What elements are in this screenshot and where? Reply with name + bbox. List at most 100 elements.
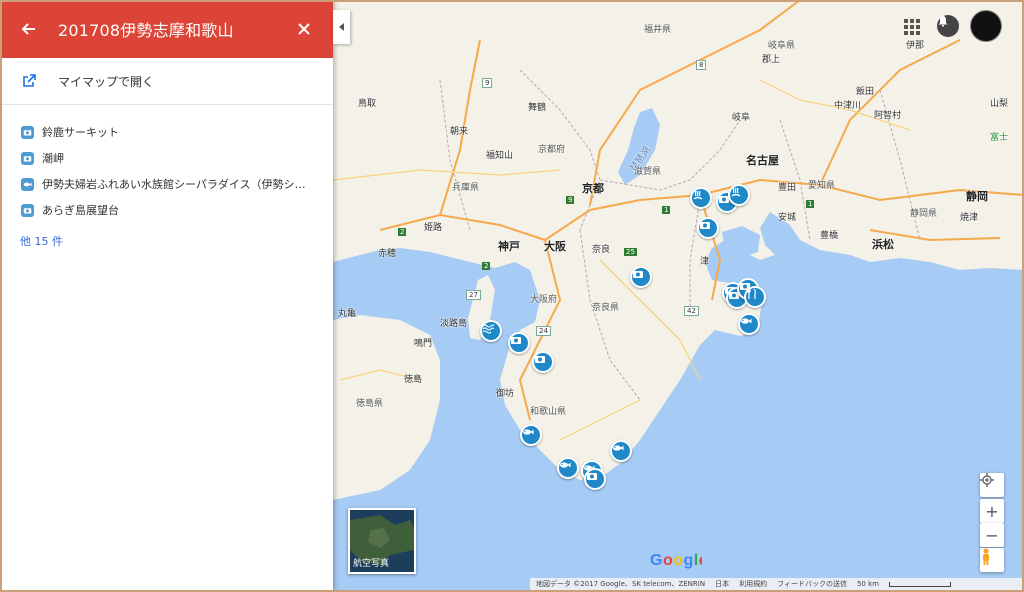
terms-link[interactable]: 利用規約 [739, 579, 767, 589]
camera-icon [21, 125, 34, 139]
marker-camera[interactable] [584, 468, 606, 490]
map-label-gifu-pref: 岐阜県 [768, 41, 796, 51]
zoom-out-button[interactable]: − [980, 523, 1004, 547]
camera-icon [633, 271, 643, 278]
list-item-label: 潮岬 [42, 152, 64, 165]
map-label-hyogo: 兵庫県 [452, 183, 480, 193]
map-label-ina: 伊那 [906, 41, 925, 51]
apps-grid-icon[interactable] [903, 18, 921, 36]
marker-restaurant[interactable] [744, 286, 766, 308]
list-item[interactable]: あらぎ島展望台 [0, 197, 333, 223]
map-label-toyohashi: 豊橋 [820, 231, 839, 241]
road-shield: 9 [566, 196, 575, 204]
map-label-shizuoka: 静岡 [966, 190, 988, 203]
list-item[interactable]: 鈴鹿サーキット [0, 119, 333, 145]
my-location-button[interactable] [980, 473, 1004, 497]
map-footer: 地図データ ©2017 Google、SK telecom、ZENRIN 日本 … [530, 578, 1024, 590]
list-item-label: 伊勢夫婦岩ふれあい水族館シーパラダイス（伊勢シー… [42, 178, 312, 191]
map-label-kyoto-pref: 京都府 [538, 145, 566, 155]
collapse-panel-button[interactable] [333, 10, 350, 44]
arrow-left-icon [21, 23, 35, 35]
map-data-attribution: 地図データ ©2017 Google、SK telecom、ZENRIN [536, 580, 706, 588]
panel-header: 201708伊勢志摩和歌山 [0, 0, 333, 58]
road-shield: 2 [398, 228, 407, 236]
aerial-view-toggle[interactable]: 航空写真 [348, 508, 416, 574]
map-label-osaka: 大阪 [544, 240, 566, 253]
marker-camera[interactable] [630, 266, 652, 288]
road-shield: 9 [482, 78, 493, 88]
camera-icon [700, 222, 710, 229]
hot-spring-icon [693, 190, 703, 200]
map-side-panel: 201708伊勢志摩和歌山 マイマップで開く 鈴鹿サーキット 潮岬 伊勢夫婦岩ふ… [0, 0, 333, 592]
map-label-himeji: 姫路 [424, 223, 443, 233]
back-button[interactable] [0, 0, 58, 58]
map-label-fukuchiyama: 福知山 [486, 151, 514, 161]
list-item[interactable]: 潮岬 [0, 145, 333, 171]
map-label-agiya: 阿智村 [874, 111, 902, 121]
map-label-nara-pref: 奈良県 [592, 303, 620, 313]
marker-camera[interactable] [532, 351, 554, 373]
marker-hot-spring[interactable] [728, 184, 750, 206]
list-item-label: あらぎ島展望台 [42, 204, 119, 217]
map-label-asago: 朝来 [450, 127, 469, 137]
fish-icon [21, 177, 34, 191]
notifications-bell-icon[interactable] [937, 15, 959, 37]
road-shield: 8 [696, 60, 707, 70]
scale-bar [888, 581, 951, 587]
map-title: 201708伊勢志摩和歌山 [58, 21, 234, 40]
marker-aquarium[interactable] [557, 457, 579, 479]
road-shield: 25 [624, 248, 637, 256]
map-label-nakatsugawa: 中津川 [834, 101, 862, 111]
map-label-naruto: 鳴門 [414, 339, 433, 349]
marker-aquarium[interactable] [738, 313, 760, 335]
marker-hot-spring[interactable] [690, 187, 712, 209]
map-label-gujo: 郡上 [762, 55, 781, 65]
svg-text:Google: Google [650, 552, 702, 569]
marker-aquarium[interactable] [610, 440, 632, 462]
map-label-tottori: 鳥取 [358, 99, 377, 109]
map-label-anjo: 安城 [778, 213, 797, 223]
open-in-my-maps-link[interactable]: マイマップで開く [0, 58, 333, 105]
camera-icon [587, 473, 597, 480]
road-shield: 24 [536, 326, 551, 336]
zoom-in-button[interactable]: + [980, 499, 1004, 523]
map-label-kobe: 神戸 [498, 240, 520, 253]
fish-icon [560, 462, 571, 468]
road-shield: 1 [662, 206, 671, 214]
camera-icon [535, 356, 545, 363]
show-more-link[interactable]: 他 15 件 [20, 233, 333, 249]
place-list: 鈴鹿サーキット 潮岬 伊勢夫婦岩ふれあい水族館シーパラダイス（伊勢シー… あらぎ… [0, 105, 333, 249]
street-view-pegman[interactable] [980, 548, 1004, 572]
map-label-gifu: 岐阜 [732, 113, 751, 123]
road-shield: 42 [684, 306, 699, 316]
crosshair-icon [980, 473, 994, 487]
map-label-shizuoka-pref: 静岡県 [910, 209, 938, 219]
road-shield: 1 [806, 200, 815, 208]
map-label-tokushima-pref: 徳島県 [356, 399, 384, 409]
account-avatar[interactable] [970, 10, 1002, 42]
map-label-wakayama-pref: 和歌山県 [530, 407, 567, 417]
marker-beach[interactable] [480, 320, 502, 342]
close-button[interactable] [289, 14, 319, 44]
map-label-kyoto: 京都 [582, 182, 604, 195]
road-shield: 2 [482, 262, 491, 270]
map-label-iida: 飯田 [856, 87, 875, 97]
map-label-yamanashi: 山梨 [990, 99, 1009, 109]
map-label-osaka-pref: 大阪府 [530, 295, 558, 305]
fish-icon [523, 429, 534, 435]
map-label-tokushima: 徳島 [404, 375, 423, 385]
marker-aquarium[interactable] [520, 424, 542, 446]
pegman-icon [983, 548, 989, 565]
close-icon [298, 23, 310, 35]
map-label-nara: 奈良 [592, 245, 611, 255]
marker-camera[interactable] [508, 332, 530, 354]
feedback-link[interactable]: フィードバックの送信 [777, 579, 847, 589]
open-external-icon [23, 74, 36, 87]
list-item[interactable]: 伊勢夫婦岩ふれあい水族館シーパラダイス（伊勢シー… [0, 171, 333, 197]
marker-camera[interactable] [697, 217, 719, 239]
map-label-maizuru: 舞鶴 [528, 103, 547, 113]
camera-icon [21, 203, 34, 217]
map-label-tsu: 津 [700, 257, 710, 267]
road-shield: 27 [466, 290, 481, 300]
map-label-aichi: 愛知県 [808, 181, 836, 191]
